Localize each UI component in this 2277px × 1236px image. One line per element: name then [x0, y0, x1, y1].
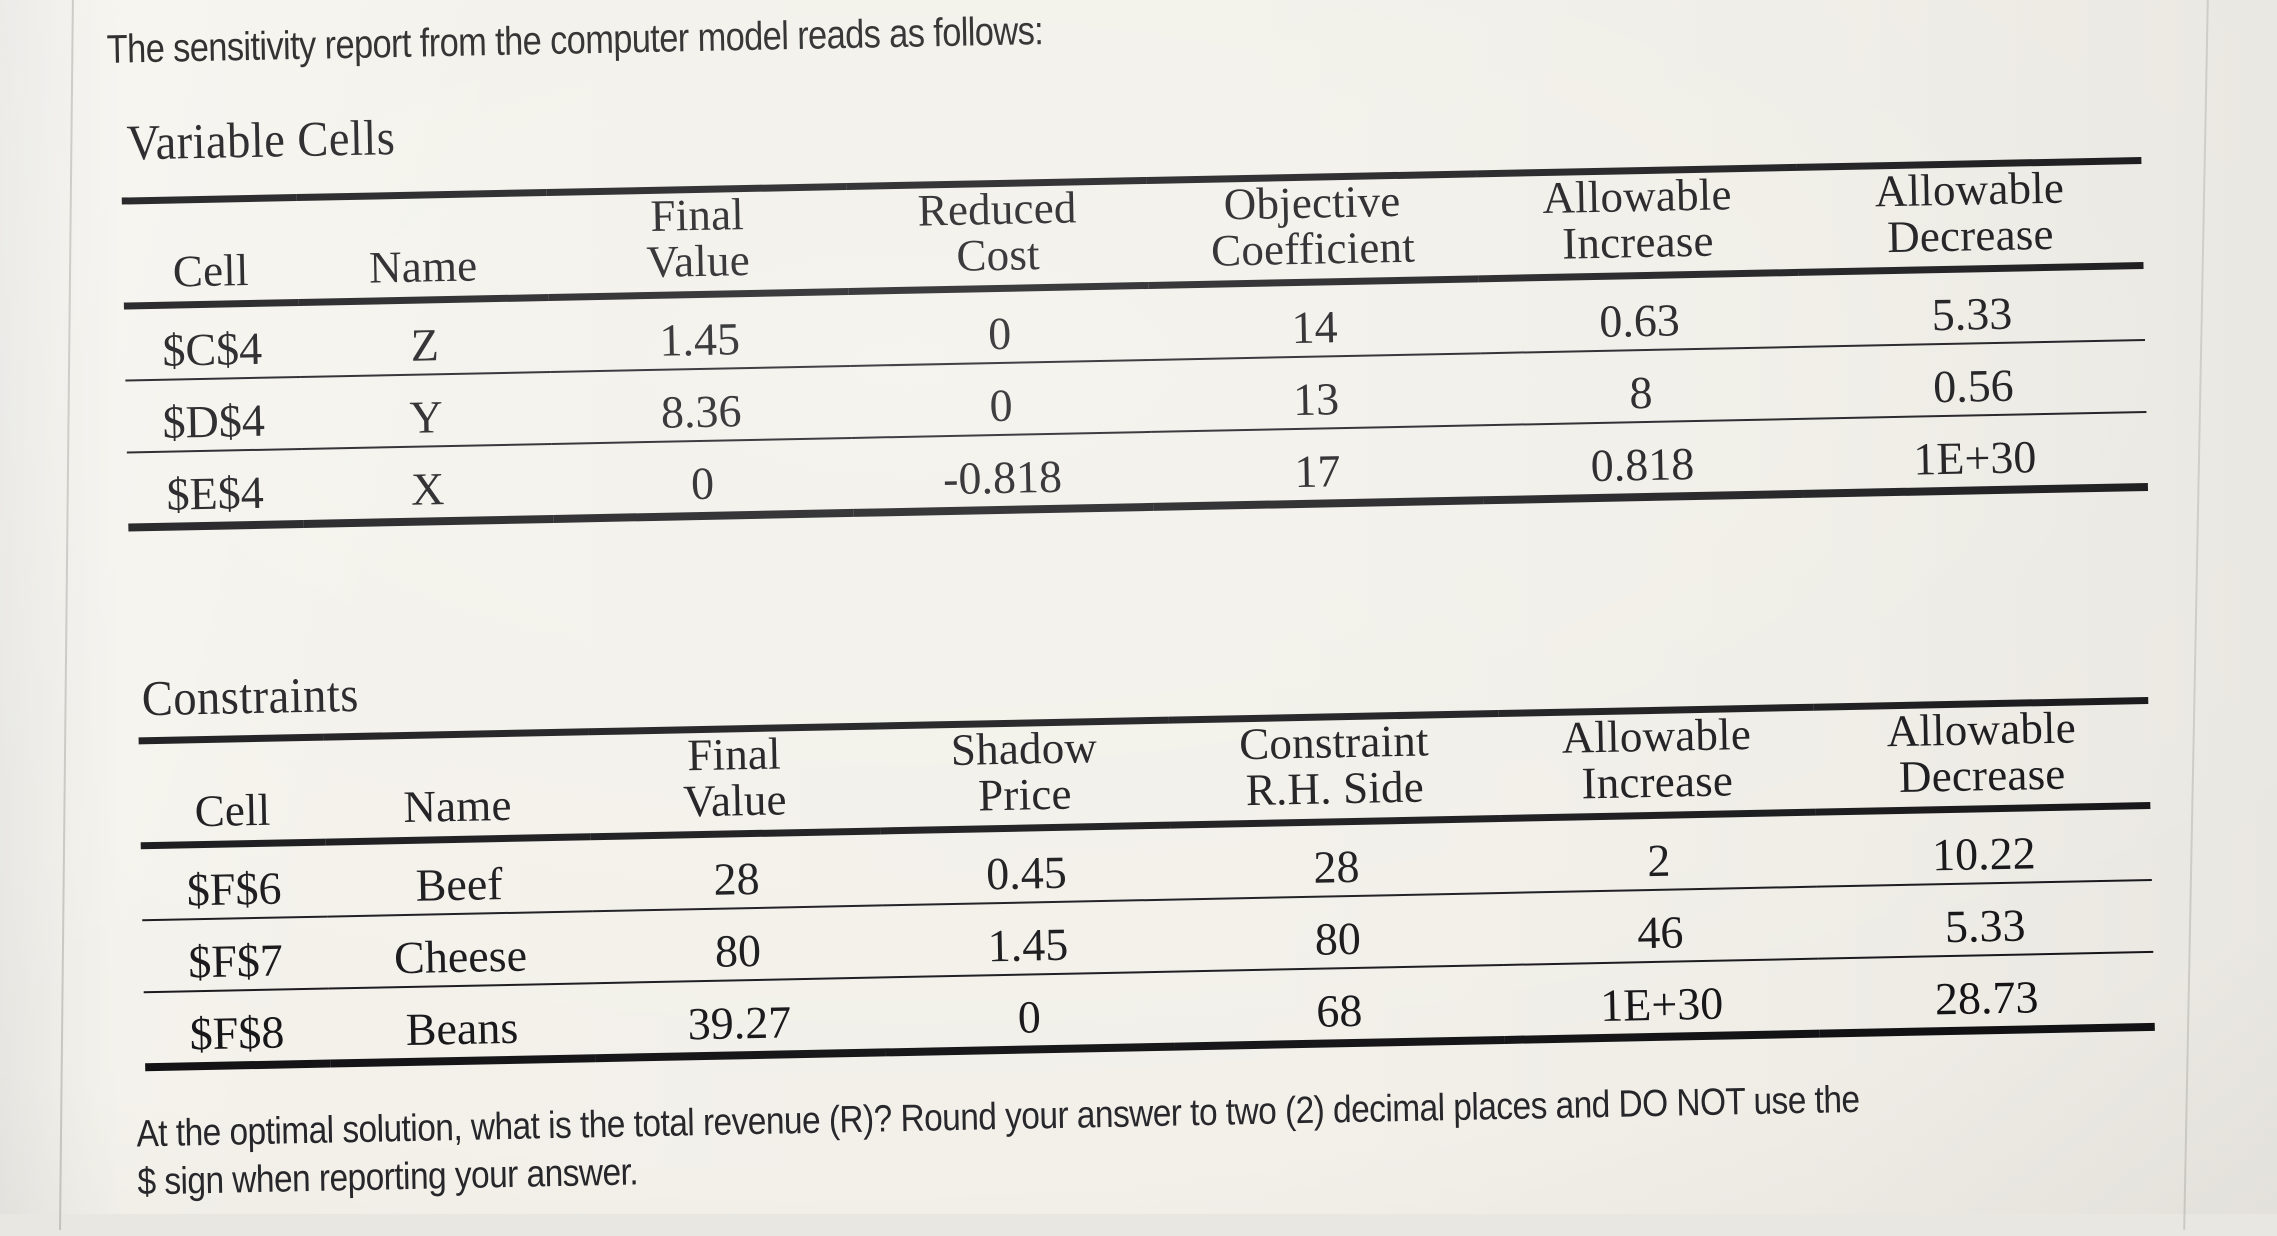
- row-allowable-increase: 46: [1502, 886, 1818, 964]
- row-objective-coefficient: 17: [1152, 425, 1483, 507]
- row-allowable-decrease: 5.33: [1799, 265, 2145, 346]
- row-name: Y: [300, 372, 551, 449]
- header-name: Name: [324, 732, 591, 842]
- row-shadow-price: 0.45: [881, 825, 1172, 905]
- row-allowable-decrease: 0.56: [1800, 340, 2146, 419]
- header-allowable-increase: Allowable Increase: [1498, 707, 1815, 818]
- header-final-value: Final Value: [589, 726, 881, 837]
- intro-text: The sensitivity report from the computer…: [106, 9, 1043, 73]
- header-shadow-price: Shadow Price: [878, 720, 1170, 831]
- row-cell-ref: $E$4: [127, 449, 303, 527]
- row-constraint-rhs: 80: [1172, 893, 1503, 972]
- row-shadow-price: 1.45: [882, 899, 1173, 977]
- row-allowable-decrease: 5.33: [1817, 880, 2153, 959]
- row-final-value: 28: [591, 831, 882, 911]
- header-cell: Cell: [122, 198, 299, 306]
- row-allowable-decrease: 28.73: [1818, 952, 2154, 1034]
- sensitivity-report-page: The sensitivity report from the computer…: [0, 0, 2277, 1236]
- row-cell-ref: $F$6: [141, 842, 327, 920]
- header-allowable-increase: Allowable Increase: [1477, 167, 1799, 278]
- row-allowable-decrease: 10.22: [1815, 805, 2151, 886]
- row-cell-ref: $D$4: [125, 377, 301, 452]
- header-allowable-decrease: Allowable Decrease: [1813, 700, 2150, 811]
- row-allowable-increase: 0.818: [1482, 419, 1803, 500]
- row-name: Z: [299, 297, 550, 377]
- section-title-constraints: Constraints: [141, 665, 359, 727]
- row-name: X: [302, 444, 553, 524]
- header-objective-coefficient: Objective Coefficient: [1147, 174, 1479, 285]
- row-cell-ref: $F$7: [142, 916, 328, 992]
- row-reduced-cost: 0: [850, 360, 1151, 438]
- row-allowable-decrease: 1E+30: [1802, 412, 2148, 494]
- row-objective-coefficient: 14: [1149, 279, 1480, 360]
- constraints-table: Cell Name Final Value Shadow Price Const…: [139, 697, 2155, 1071]
- row-name: Cheese: [327, 911, 593, 988]
- header-reduced-cost: Reduced Cost: [847, 180, 1149, 291]
- row-final-value: 8.36: [550, 366, 851, 444]
- header-name: Name: [297, 193, 549, 303]
- row-objective-coefficient: 13: [1150, 353, 1481, 432]
- row-shadow-price: 0: [884, 971, 1175, 1052]
- row-allowable-increase: 0.63: [1479, 272, 1800, 353]
- row-name: Beef: [326, 837, 592, 917]
- row-cell-ref: $C$4: [124, 302, 300, 380]
- row-constraint-rhs: 68: [1173, 965, 1504, 1047]
- variable-cells-table: Cell Name Final Value Reduced Cost Objec…: [122, 157, 2148, 531]
- row-final-value: 0: [552, 438, 853, 519]
- row-cell-ref: $F$8: [144, 988, 330, 1067]
- row-final-value: 39.27: [594, 977, 885, 1058]
- header-allowable-decrease: Allowable Decrease: [1796, 161, 2143, 273]
- section-title-variable-cells: Variable Cells: [126, 108, 396, 171]
- question-text: At the optimal solution, what is the tot…: [136, 1076, 1924, 1208]
- header-constraint-rhs: Constraint R.H. Side: [1168, 714, 1500, 825]
- row-final-value: 1.45: [549, 291, 850, 372]
- header-final-value: Final Value: [547, 187, 849, 298]
- row-allowable-increase: 8: [1480, 347, 1801, 425]
- row-constraint-rhs: 28: [1171, 818, 1502, 899]
- row-allowable-increase: 2: [1500, 812, 1816, 893]
- row-reduced-cost: -0.818: [852, 432, 1153, 513]
- header-cell: Cell: [139, 737, 326, 845]
- row-allowable-increase: 1E+30: [1503, 958, 1819, 1039]
- row-final-value: 80: [592, 905, 883, 983]
- row-reduced-cost: 0: [849, 285, 1150, 366]
- row-name: Beans: [329, 983, 595, 1063]
